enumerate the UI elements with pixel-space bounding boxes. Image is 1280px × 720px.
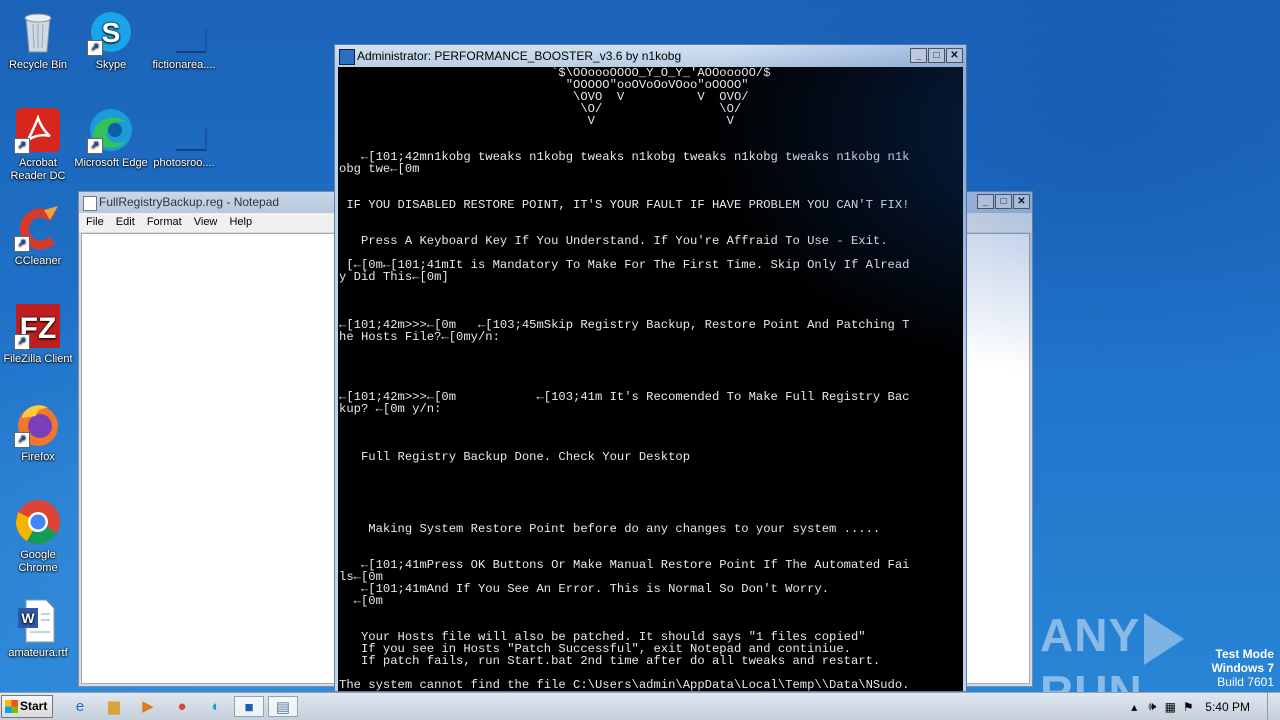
desktop-icon-filezilla[interactable]: FZ ↗ FileZilla Client: [0, 302, 76, 366]
watermark-run: RUN: [1040, 665, 1143, 692]
menu-format[interactable]: Format: [147, 216, 182, 228]
desktop-icon-label: Skype: [95, 59, 127, 71]
desktop-icon-label: Firefox: [21, 451, 55, 463]
desktop-icon-label: photosroo....: [153, 157, 215, 169]
shortcut-arrow-icon: ↗: [87, 138, 103, 154]
recycle-bin-icon: [14, 8, 62, 56]
shortcut-arrow-icon: ↗: [14, 334, 30, 350]
firefox-icon: ↗: [14, 400, 62, 448]
edge-icon: ↗: [87, 106, 135, 154]
notepad-icon[interactable]: ▤: [268, 696, 298, 717]
edge-icon[interactable]: ◐: [204, 696, 228, 717]
explorer-icon[interactable]: ▆: [102, 696, 126, 717]
windows-logo-icon: [5, 700, 18, 713]
console-icon[interactable]: ■: [234, 696, 264, 717]
console-titlebar[interactable]: Administrator: PERFORMANCE_BOOSTER_v3.6 …: [335, 45, 966, 67]
windows-version-line: Windows 7: [1211, 661, 1274, 675]
notepad-title: FullRegistryBackup.reg - Notepad: [99, 195, 280, 209]
start-label: Start: [20, 699, 48, 713]
svg-text:W: W: [21, 610, 35, 626]
blank-file-icon: [160, 106, 208, 154]
play-icon: [1144, 612, 1185, 665]
watermark-any: ANY: [1040, 609, 1141, 661]
acrobat-icon: ↗: [14, 106, 62, 154]
chrome-icon: [14, 498, 62, 546]
chrome-icon[interactable]: ●: [170, 696, 194, 717]
desktop-icon-label: Microsoft Edge: [74, 157, 148, 169]
test-mode-notice: Test Mode Windows 7 Build 7601: [1211, 647, 1274, 689]
desktop: Recycle Bin ↗ Acrobat Reader DC ↗ CClean…: [0, 0, 1280, 692]
desktop-icon-label: CCleaner: [14, 255, 62, 267]
notepad-icon: [83, 196, 97, 211]
maximize-button[interactable]: □: [995, 194, 1012, 209]
minimize-button[interactable]: _: [910, 48, 927, 63]
menu-file[interactable]: File: [86, 216, 104, 228]
minimize-button[interactable]: _: [977, 194, 994, 209]
svg-text:S: S: [102, 17, 121, 48]
desktop-icon-recycle-bin[interactable]: Recycle Bin: [0, 8, 76, 72]
clock[interactable]: 5:40 PM: [1205, 700, 1250, 714]
shortcut-arrow-icon: ↗: [87, 40, 103, 56]
desktop-icon-skype[interactable]: S ↗ Skype: [73, 8, 149, 72]
filezilla-icon: FZ ↗: [14, 302, 62, 350]
desktop-icon-label: fictionarea....: [152, 59, 216, 71]
desktop-icon-firefox[interactable]: ↗ Firefox: [0, 400, 76, 464]
notepad-window-controls: _ □ ✕: [977, 194, 1030, 209]
desktop-icon-edge[interactable]: ↗ Microsoft Edge: [73, 106, 149, 170]
desktop-icon-chrome[interactable]: Google Chrome: [0, 498, 76, 575]
desktop-icon-acrobat[interactable]: ↗ Acrobat Reader DC: [0, 106, 76, 183]
desktop-icon-label: Recycle Bin: [8, 59, 68, 71]
chevron-up-icon[interactable]: ▴: [1125, 700, 1143, 714]
desktop-icon-label: FileZilla Client: [3, 353, 73, 365]
desktop-icon-label: Acrobat Reader DC: [10, 157, 66, 182]
console-icon: [339, 49, 355, 65]
test-mode-line: Test Mode: [1215, 647, 1274, 661]
shortcut-arrow-icon: ↗: [14, 432, 30, 448]
ie-icon[interactable]: e: [68, 696, 92, 717]
volume-icon[interactable]: 🕪: [1143, 699, 1161, 714]
show-desktop-button[interactable]: [1267, 693, 1280, 720]
build-line: Build 7601: [1217, 675, 1274, 689]
ccleaner-icon: ↗: [14, 204, 62, 252]
desktop-icon-label: Google Chrome: [18, 549, 58, 574]
shortcut-arrow-icon: ↗: [14, 138, 30, 154]
console-output-text: `$\OOoooOOOO_Y_O_Y_'AOOoooOO/$ "OOOOO"oo…: [339, 67, 910, 691]
console-output-area[interactable]: `$\OOoooOOOO_Y_O_Y_'AOOoooOO/$ "OOOOO"oo…: [338, 67, 963, 691]
close-button[interactable]: ✕: [946, 48, 963, 63]
shortcut-arrow-icon: ↗: [14, 236, 30, 252]
word-doc-icon: W: [14, 596, 62, 644]
desktop-icon-photosroo[interactable]: photosroo....: [146, 106, 222, 170]
console-title: Administrator: PERFORMANCE_BOOSTER_v3.6 …: [357, 49, 682, 63]
menu-view[interactable]: View: [194, 216, 218, 228]
start-button[interactable]: Start: [1, 695, 53, 718]
network-icon[interactable]: ▦: [1161, 700, 1179, 714]
blank-file-icon: [160, 8, 208, 56]
media-player-icon[interactable]: ▶: [136, 696, 160, 717]
flag-icon[interactable]: ⚑: [1179, 700, 1197, 714]
maximize-button[interactable]: □: [928, 48, 945, 63]
console-window-controls: _ □ ✕: [910, 48, 963, 63]
desktop-icon-label: amateura.rtf: [8, 647, 68, 659]
desktop-icon-fictionarea[interactable]: fictionarea....: [146, 8, 222, 72]
console-window[interactable]: Administrator: PERFORMANCE_BOOSTER_v3.6 …: [334, 44, 967, 692]
close-button[interactable]: ✕: [1013, 194, 1030, 209]
desktop-icon-ccleaner[interactable]: ↗ CCleaner: [0, 204, 76, 268]
system-tray: ▴ 🕪 ▦ ⚑ 5:40 PM: [1125, 693, 1280, 720]
desktop-icon-amateura[interactable]: W amateura.rtf: [0, 596, 76, 660]
menu-edit[interactable]: Edit: [116, 216, 135, 228]
skype-icon: S ↗: [87, 8, 135, 56]
menu-help[interactable]: Help: [229, 216, 252, 228]
taskbar: Start e ▆ ▶ ● ◐ ■ ▤ ▴ 🕪 ▦ ⚑ 5:40 PM: [0, 692, 1280, 720]
